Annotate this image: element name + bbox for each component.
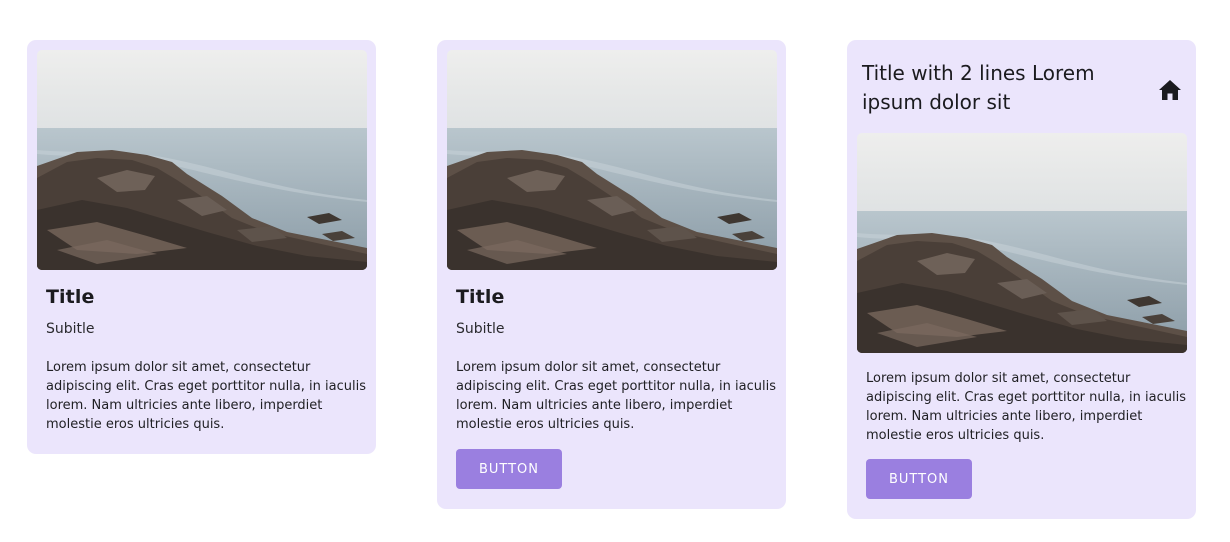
home-icon[interactable] <box>1158 79 1182 101</box>
card-image <box>857 133 1187 353</box>
card: Title Subitle Lorem ipsum dolor sit amet… <box>27 40 376 454</box>
card-subtitle: Subitle <box>46 321 95 337</box>
card-title: Title <box>46 286 95 308</box>
card-action-button[interactable]: BUTTON <box>866 459 972 499</box>
card-with-header-icon: Title with 2 lines Lorem ipsum dolor sit… <box>847 40 1196 519</box>
card-with-button: Title Subitle Lorem ipsum dolor sit amet… <box>437 40 786 509</box>
card-image <box>37 50 367 270</box>
card-body-text: Lorem ipsum dolor sit amet, consectetur … <box>46 360 366 432</box>
card-subtitle: Subitle <box>456 321 505 337</box>
card-title: Title <box>456 286 505 308</box>
card-action-button[interactable]: BUTTON <box>456 449 562 489</box>
card-title: Title with 2 lines Lorem ipsum dolor sit <box>862 61 1095 114</box>
card-body-text: Lorem ipsum dolor sit amet, consectetur … <box>866 371 1186 443</box>
card-gallery: Title Subitle Lorem ipsum dolor sit amet… <box>0 0 1230 542</box>
card-body-text: Lorem ipsum dolor sit amet, consectetur … <box>456 360 776 432</box>
card-image <box>447 50 777 270</box>
